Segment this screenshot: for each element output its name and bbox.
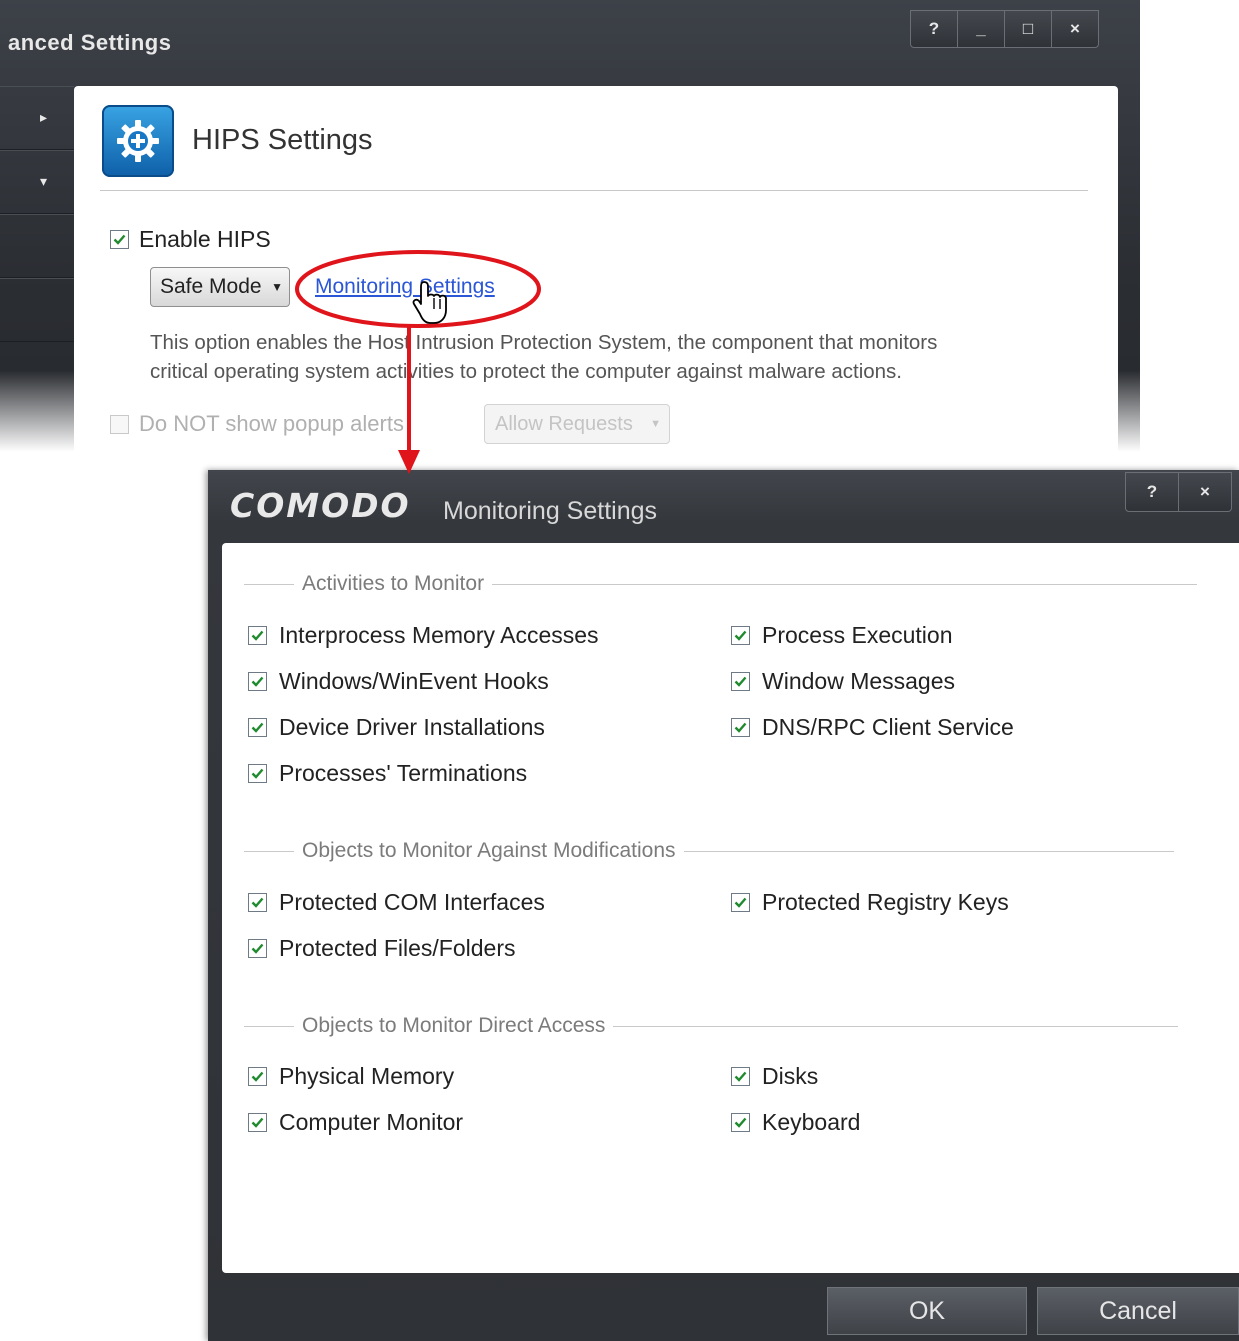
sidebar-item-collapse[interactable]: ▾ [0, 150, 74, 214]
sidebar-item[interactable] [0, 278, 74, 342]
option-label: Processes' Terminations [279, 760, 528, 786]
option-label: Windows/WinEvent Hooks [279, 668, 549, 694]
checkbox-checked-icon[interactable] [731, 893, 750, 912]
ok-button[interactable]: OK [827, 1287, 1027, 1335]
popup-alerts-label: Do NOT show popup alerts [139, 411, 404, 436]
help-button[interactable]: ? [910, 10, 958, 48]
divider [100, 190, 1088, 191]
checkbox-checked-icon[interactable] [248, 1067, 267, 1086]
window-controls: ? _ □ × [910, 10, 1099, 48]
option-label: Protected Registry Keys [762, 889, 1009, 915]
option-physical-memory[interactable]: Physical Memory [248, 1063, 454, 1090]
enable-hips-label: Enable HIPS [139, 226, 271, 252]
sidebar-item-expand[interactable]: ▸ [0, 86, 74, 150]
legend-line [244, 583, 294, 585]
option-process-terminations[interactable]: Processes' Terminations [248, 760, 527, 787]
group-legend-modifications: Objects to Monitor Against Modifications [244, 839, 1174, 863]
cancel-button[interactable]: Cancel [1037, 1287, 1239, 1335]
monitoring-settings-link[interactable]: Monitoring Settings [315, 275, 495, 299]
option-label: DNS/RPC Client Service [762, 714, 1014, 740]
option-label: Keyboard [762, 1109, 861, 1135]
sidebar: ▸ ▾ [0, 86, 74, 452]
option-label: Window Messages [762, 668, 956, 694]
checkbox-checked-icon[interactable] [731, 1113, 750, 1132]
legend-line [244, 1025, 294, 1027]
legend-line [683, 850, 1174, 852]
option-label: Process Execution [762, 622, 953, 648]
option-interprocess-memory[interactable]: Interprocess Memory Accesses [248, 622, 599, 649]
option-label: Protected Files/Folders [279, 935, 516, 961]
chevron-right-icon: ▸ [40, 109, 48, 125]
comodo-logo: COMODO [230, 486, 411, 525]
popup-default-select[interactable]: Allow Requests ▼ [484, 404, 670, 444]
checkbox-checked-icon[interactable] [110, 230, 129, 249]
help-button[interactable]: ? [1125, 472, 1179, 512]
page-title: HIPS Settings [192, 124, 373, 156]
hips-gear-icon [102, 105, 174, 177]
option-label: Protected COM Interfaces [279, 889, 545, 915]
dialog-window-controls: ? × [1125, 472, 1232, 512]
group-title: Objects to Monitor Against Modifications [302, 839, 676, 862]
checkbox-checked-icon[interactable] [248, 626, 267, 645]
option-winevent-hooks[interactable]: Windows/WinEvent Hooks [248, 668, 549, 695]
option-keyboard[interactable]: Keyboard [731, 1109, 860, 1136]
option-computer-monitor[interactable]: Computer Monitor [248, 1109, 463, 1136]
option-protected-com[interactable]: Protected COM Interfaces [248, 889, 545, 916]
option-device-driver[interactable]: Device Driver Installations [248, 714, 545, 741]
dialog-title: Monitoring Settings [443, 497, 658, 525]
hips-mode-select[interactable]: Safe Mode ▼ [150, 267, 290, 307]
description-line: This option enables the Host Intrusion P… [150, 331, 938, 354]
legend-line [613, 1025, 1179, 1027]
option-label: Device Driver Installations [279, 714, 545, 740]
dropdown-arrow-icon: ▼ [650, 418, 661, 430]
hips-mode-value: Safe Mode [160, 275, 262, 298]
option-disks[interactable]: Disks [731, 1063, 818, 1090]
window-title: anced Settings [8, 30, 172, 55]
enable-hips-checkbox[interactable]: Enable HIPS [110, 226, 271, 253]
option-label: Physical Memory [279, 1063, 455, 1089]
checkbox-checked-icon[interactable] [731, 672, 750, 691]
hips-description: This option enables the Host Intrusion P… [150, 328, 1070, 386]
popup-alerts-checkbox[interactable]: Do NOT show popup alerts [110, 411, 404, 437]
minimize-button[interactable]: _ [958, 10, 1005, 48]
maximize-button[interactable]: □ [1005, 10, 1052, 48]
option-label: Interprocess Memory Accesses [279, 622, 599, 648]
group-legend-activities: Activities to Monitor [244, 572, 1198, 596]
option-window-messages[interactable]: Window Messages [731, 668, 955, 695]
checkbox-checked-icon[interactable] [248, 1113, 267, 1132]
close-button[interactable]: × [1179, 472, 1232, 512]
legend-line [492, 583, 1198, 585]
group-legend-direct-access: Objects to Monitor Direct Access [244, 1014, 1179, 1038]
checkbox-checked-icon[interactable] [248, 764, 267, 783]
group-title: Objects to Monitor Direct Access [302, 1014, 606, 1037]
option-label: Computer Monitor [279, 1109, 464, 1135]
option-protected-files[interactable]: Protected Files/Folders [248, 935, 515, 962]
checkbox-checked-icon[interactable] [731, 718, 750, 737]
checkbox-unchecked-icon[interactable] [110, 414, 129, 434]
legend-line [244, 850, 294, 852]
description-line: critical operating system activities to … [150, 360, 902, 383]
option-process-execution[interactable]: Process Execution [731, 622, 952, 649]
chevron-down-icon: ▾ [40, 173, 48, 189]
option-dns-rpc[interactable]: DNS/RPC Client Service [731, 714, 1014, 741]
close-button[interactable]: × [1052, 10, 1099, 48]
checkbox-checked-icon[interactable] [248, 939, 267, 958]
option-protected-registry[interactable]: Protected Registry Keys [731, 889, 1009, 916]
checkbox-checked-icon[interactable] [248, 718, 267, 737]
dropdown-arrow-icon: ▼ [271, 280, 283, 294]
checkbox-checked-icon[interactable] [731, 1067, 750, 1086]
checkbox-checked-icon[interactable] [731, 626, 750, 645]
group-title: Activities to Monitor [302, 572, 485, 595]
sidebar-item[interactable] [0, 214, 74, 278]
checkbox-checked-icon[interactable] [248, 672, 267, 691]
option-label: Disks [762, 1063, 819, 1089]
popup-default-value: Allow Requests [495, 412, 633, 435]
checkbox-checked-icon[interactable] [248, 893, 267, 912]
